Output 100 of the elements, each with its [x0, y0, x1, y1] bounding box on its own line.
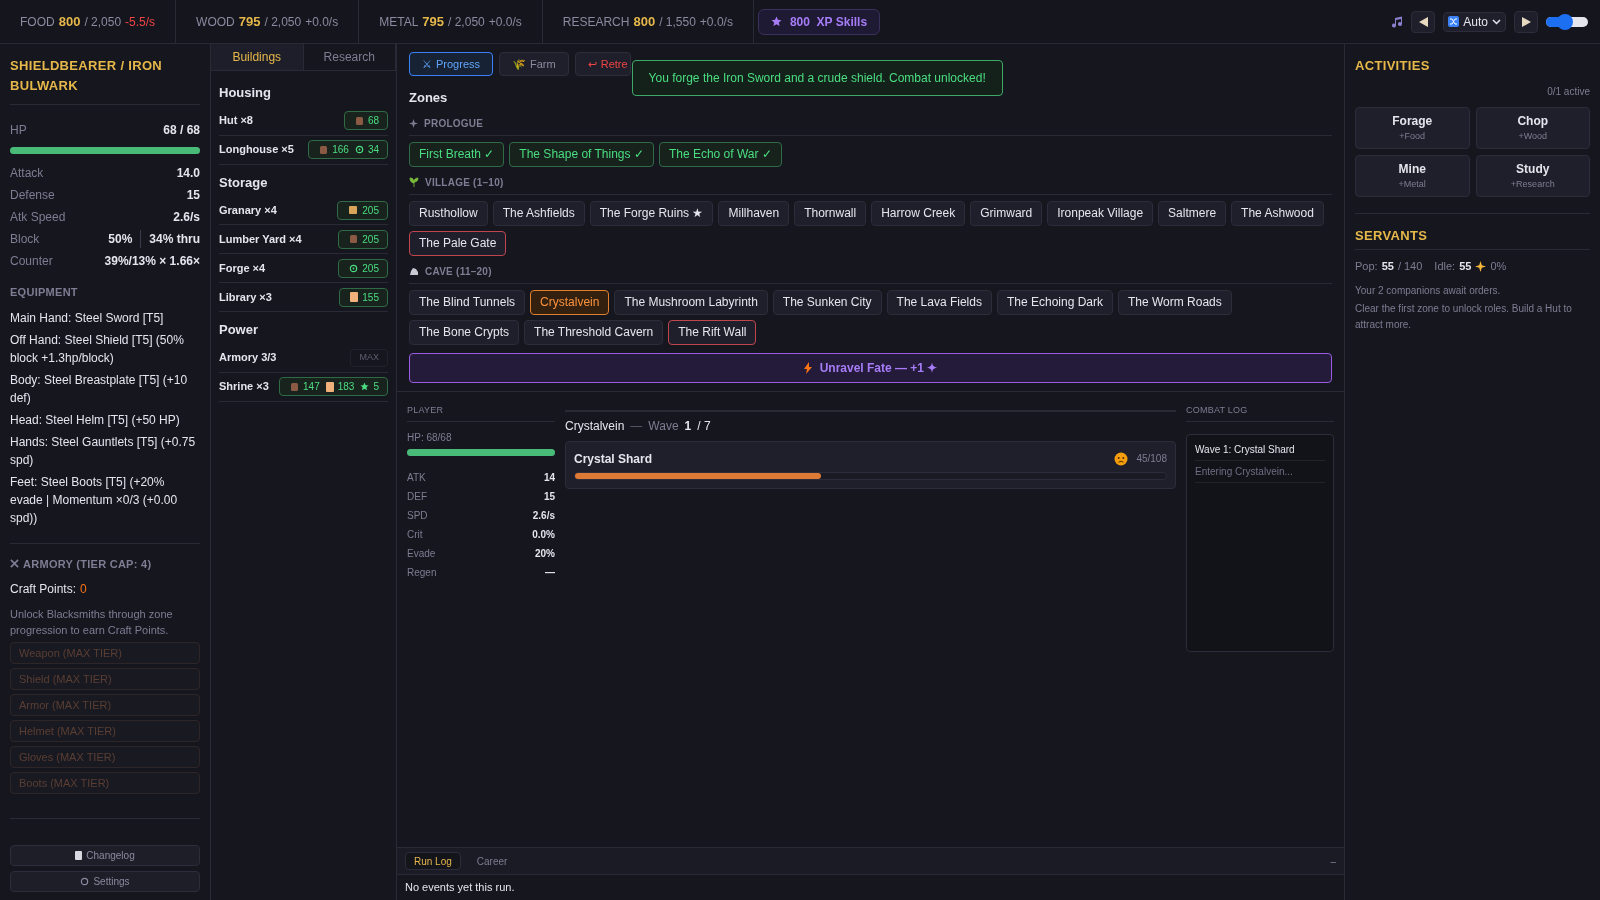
zone-button[interactable]: The Rift Wall [668, 319, 757, 345]
build-cost-button[interactable]: 205 [338, 258, 388, 278]
zone-button[interactable]: The Sunken City [772, 289, 882, 315]
resource-cap: / 2,050 [84, 13, 122, 31]
volume-thumb[interactable] [1556, 13, 1573, 30]
stat-label: ATK [407, 471, 426, 485]
clipboard-icon [75, 851, 83, 860]
stat-label: Atk Speed [10, 209, 66, 226]
next-track-button[interactable] [1514, 10, 1538, 33]
build-cost-button[interactable]: 166 34 [308, 140, 388, 159]
building-name: Armory 3/3 [219, 350, 277, 366]
zone-button[interactable]: The Blind Tunnels [409, 289, 526, 315]
mode-tab[interactable]: 🌾 Farm [499, 52, 569, 76]
zone-button[interactable]: The Forge Ruins ★ [589, 200, 714, 226]
resource-rate: +0.0/s [305, 13, 339, 31]
zone-button[interactable]: The Echo of War ✓ [658, 141, 782, 167]
stat-value: 14 [543, 471, 555, 485]
resource-label: RESEARCH [562, 13, 630, 31]
resource-value: 795 [238, 12, 261, 31]
resource-cap: / 1,550 [659, 13, 696, 31]
character-title: SHIELDBEARER / IRON BULWARK [10, 56, 200, 105]
zone-button[interactable]: Grimward [970, 200, 1043, 226]
zone-button[interactable]: Thornwall [794, 200, 867, 226]
equipment-line: Body: Steel Breastplate [T5] (+10 def) [10, 371, 189, 407]
previous-track-button[interactable] [1411, 10, 1436, 33]
zone-button[interactable]: The Ashfields [492, 200, 585, 226]
activity-button[interactable]: Chop +Wood [1475, 106, 1590, 149]
resource-label: FOOD [20, 13, 55, 31]
armory-note: Unlock Blacksmiths through zone progression to earn Craft Points. [10, 607, 174, 638]
zone-button[interactable]: Harrow Creek [871, 200, 966, 226]
zone-button[interactable]: The Ashwood [1231, 200, 1324, 226]
build-cost-button[interactable]: 205 [338, 229, 388, 249]
zone-button[interactable]: The Threshold Cavern [524, 319, 664, 345]
music-mode-select[interactable]: Auto [1443, 11, 1506, 32]
active-count: 0/1 active [1546, 84, 1590, 99]
leaf-icon [409, 177, 419, 187]
footer-button[interactable]: Changelog [10, 845, 200, 866]
mode-tab[interactable]: ⚔ Progress [409, 52, 494, 76]
equipment-line: Main Hand: Steel Sword [T5] [10, 309, 165, 327]
zone-button[interactable]: First Breath ✓ [409, 141, 505, 167]
player-hp: HP: 68/68 [407, 431, 453, 445]
battle-zone: Crystalvein [565, 417, 625, 435]
zone-button[interactable]: The Pale Gate [409, 230, 507, 256]
building-name: Hut ×8 [219, 113, 253, 129]
zone-button[interactable]: The Bone Crypts [409, 319, 520, 345]
building-name: Shrine ×3 [219, 379, 269, 395]
shuffle-icon [1448, 16, 1460, 27]
chevron-down-icon [1492, 18, 1501, 25]
activity-button[interactable]: Mine +Metal [1355, 154, 1470, 197]
zone-button[interactable]: The Lava Fields [886, 289, 992, 315]
pop-label: Pop: [1355, 259, 1378, 274]
zone-button[interactable]: Crystalvein [530, 289, 610, 315]
collapse-button[interactable]: – [1330, 853, 1336, 869]
stat-label: SPD [407, 509, 428, 523]
wave-label: Wave [648, 417, 679, 435]
zone-button[interactable]: Saltmere [1158, 200, 1227, 226]
panel-tab[interactable]: Research [303, 44, 396, 70]
zone-button[interactable]: The Mushroom Labyrinth [614, 289, 768, 315]
zone-button[interactable]: The Shape of Things ✓ [509, 141, 654, 167]
zone-button[interactable]: The Echoing Dark [996, 289, 1113, 315]
section-heading: EQUIPMENT [10, 285, 79, 300]
zone-button[interactable]: Millhaven [718, 200, 790, 226]
wave-total: / 7 [697, 417, 711, 435]
build-cost-button[interactable]: 68 [343, 111, 388, 130]
stat-label: Counter [10, 253, 53, 270]
stat-value: 50% [108, 231, 133, 248]
log-entry: Wave 1: Crystal Shard [1195, 439, 1325, 461]
unravel-fate-button[interactable]: Unravel Fate — +1 ✦ [409, 352, 1332, 383]
activity-button[interactable]: Study +Research [1475, 154, 1590, 197]
play-icon [1521, 16, 1531, 27]
lightning-icon [803, 361, 812, 374]
zone-button[interactable]: Rusthollow [409, 200, 488, 226]
xp-skills-button[interactable]: 800 XP Skills [757, 8, 881, 35]
zone-button[interactable]: The Worm Roads [1118, 289, 1232, 315]
log-tab[interactable]: Run Log [405, 852, 461, 870]
stat-label: Regen [407, 566, 437, 580]
stat-value: 15 [186, 187, 200, 204]
volume-slider[interactable] [1546, 16, 1588, 27]
bonus-value: 0% [1490, 259, 1507, 274]
stat-label: DEF [407, 490, 427, 504]
activity-button[interactable]: Forage +Food [1355, 106, 1470, 149]
panel-tab[interactable]: Buildings [211, 44, 304, 70]
log-icon [290, 381, 300, 392]
log-icon [349, 234, 359, 244]
build-cost-button[interactable]: 205 [337, 200, 388, 220]
resource-value: 795 [422, 12, 445, 31]
scroll-icon [350, 292, 359, 302]
zone-button[interactable]: Ironpeak Village [1047, 200, 1154, 226]
resource-rate: +0.0/s [699, 13, 733, 31]
build-cost-button[interactable]: 147 183 5 [279, 377, 388, 396]
footer-button[interactable]: Settings [10, 871, 200, 892]
resource-cap: / 2,050 [264, 13, 302, 31]
idle-label: Idle: [1434, 259, 1456, 274]
log-tab[interactable]: Career [468, 852, 516, 870]
mode-tab[interactable]: ↩ Retre [574, 52, 631, 76]
section-heading: ARMORY (TIER CAP: 4) [23, 556, 152, 572]
log-icon [319, 144, 329, 155]
group-heading: Storage [219, 173, 269, 192]
build-cost-button[interactable]: 155 [339, 287, 388, 307]
resource-label: WOOD [196, 13, 235, 31]
